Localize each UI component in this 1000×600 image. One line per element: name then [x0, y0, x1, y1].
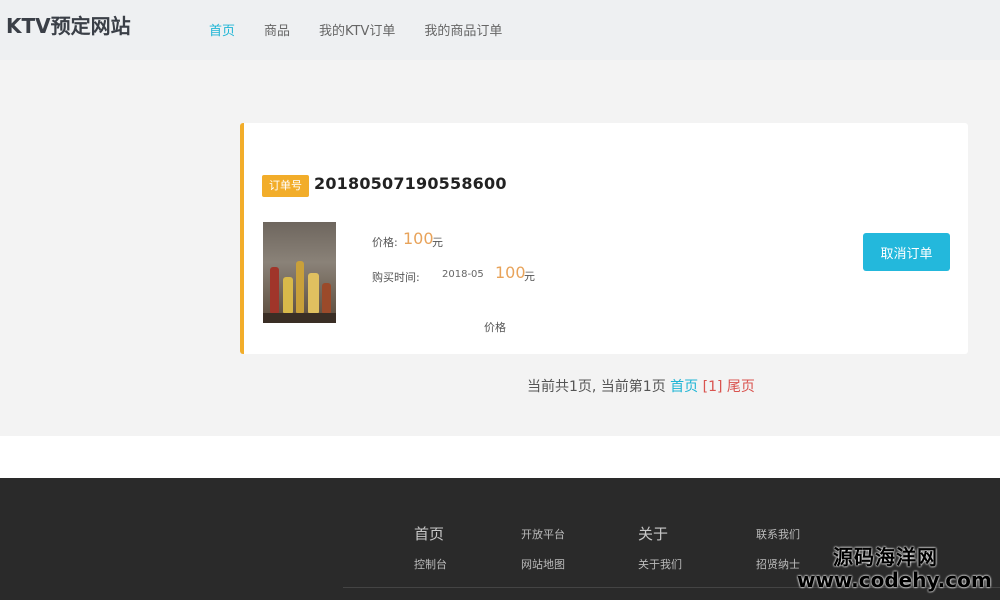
price-label: 价格:: [372, 236, 398, 249]
price-value-secondary: 100: [495, 263, 526, 282]
footer-about-us[interactable]: 关于我们: [638, 556, 682, 572]
content-band: [0, 436, 1000, 478]
purchase-time-label: 购买时间:: [372, 271, 420, 284]
order-number: 20180507190558600: [314, 174, 507, 193]
order-card: 订单号 20180507190558600 价格: 100 元 购买时间: 20…: [240, 123, 968, 354]
nav-products[interactable]: 商品: [264, 20, 290, 39]
nav-my-product-orders[interactable]: 我的商品订单: [424, 20, 502, 39]
footer-console[interactable]: 控制台: [414, 556, 447, 572]
footer-open-platform[interactable]: 开放平台: [521, 526, 565, 542]
product-image[interactable]: [263, 222, 336, 323]
nav-home[interactable]: 首页: [209, 20, 235, 39]
footer-site-map[interactable]: 网站地图: [521, 556, 565, 572]
footer-about[interactable]: 关于: [638, 523, 668, 544]
nav-my-ktv-orders[interactable]: 我的KTV订单: [319, 20, 395, 39]
price-label-secondary: 价格: [484, 321, 506, 334]
price-unit-secondary: 元: [524, 270, 535, 283]
footer-home[interactable]: 首页: [414, 523, 444, 544]
bottle-shape: [296, 261, 304, 313]
bottle-shape: [270, 267, 279, 313]
bottle-shape: [308, 273, 319, 313]
cancel-order-button[interactable]: 取消订单: [863, 233, 950, 271]
bottle-shape: [322, 283, 331, 313]
pagination-first-page[interactable]: 首页: [670, 379, 698, 395]
main-nav: 首页 商品 我的KTV订单 我的商品订单: [209, 19, 502, 39]
site-title[interactable]: KTV预定网站: [6, 10, 131, 39]
watermark-url: www.codehy.com: [797, 568, 992, 592]
watermark-name: 源码海洋网: [833, 545, 938, 569]
footer-contact-us[interactable]: 联系我们: [756, 526, 800, 542]
footer-careers[interactable]: 招贤纳士: [756, 556, 800, 572]
bottle-shape: [283, 277, 293, 313]
pagination-last-page[interactable]: 尾页: [727, 379, 755, 395]
pagination-summary: 当前共1页, 当前第1页: [527, 379, 666, 395]
order-number-badge: 订单号: [262, 175, 309, 197]
shelf-shape: [263, 313, 336, 323]
price-value: 100: [403, 229, 434, 248]
price-unit: 元: [432, 236, 443, 249]
pagination: 当前共1页, 当前第1页 首页 [1] 尾页: [527, 376, 755, 396]
purchase-time-value: 2018-05: [442, 269, 484, 280]
pagination-current-page[interactable]: [1]: [703, 379, 723, 395]
top-header: KTV预定网站 首页 商品 我的KTV订单 我的商品订单: [0, 0, 1000, 60]
